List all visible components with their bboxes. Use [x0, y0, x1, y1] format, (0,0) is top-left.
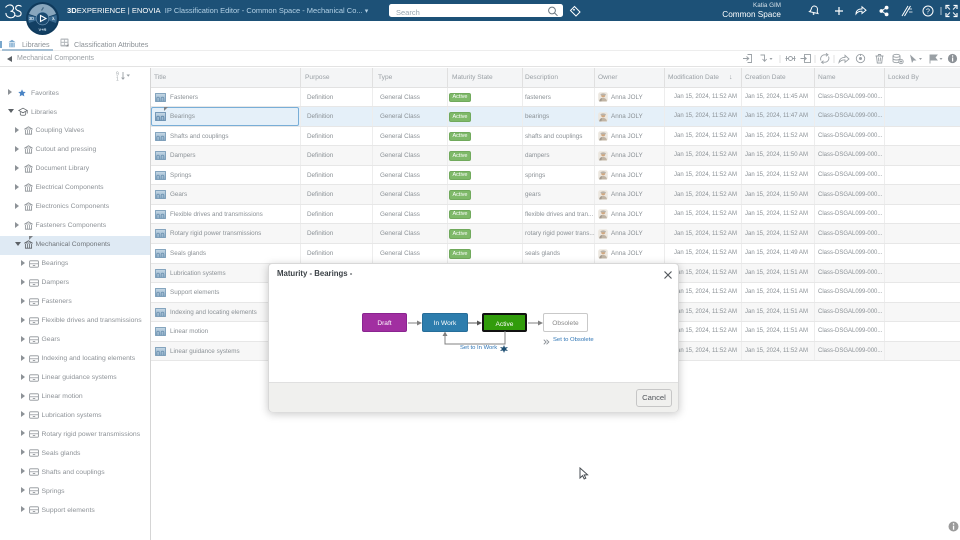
svg-text:?: ?	[926, 8, 930, 15]
svg-text:3D: 3D	[29, 16, 34, 21]
svg-text:𝛌: 𝛌	[51, 16, 55, 21]
svg-text:V+R: V+R	[39, 27, 47, 32]
svg-text:1: 1	[116, 77, 119, 82]
